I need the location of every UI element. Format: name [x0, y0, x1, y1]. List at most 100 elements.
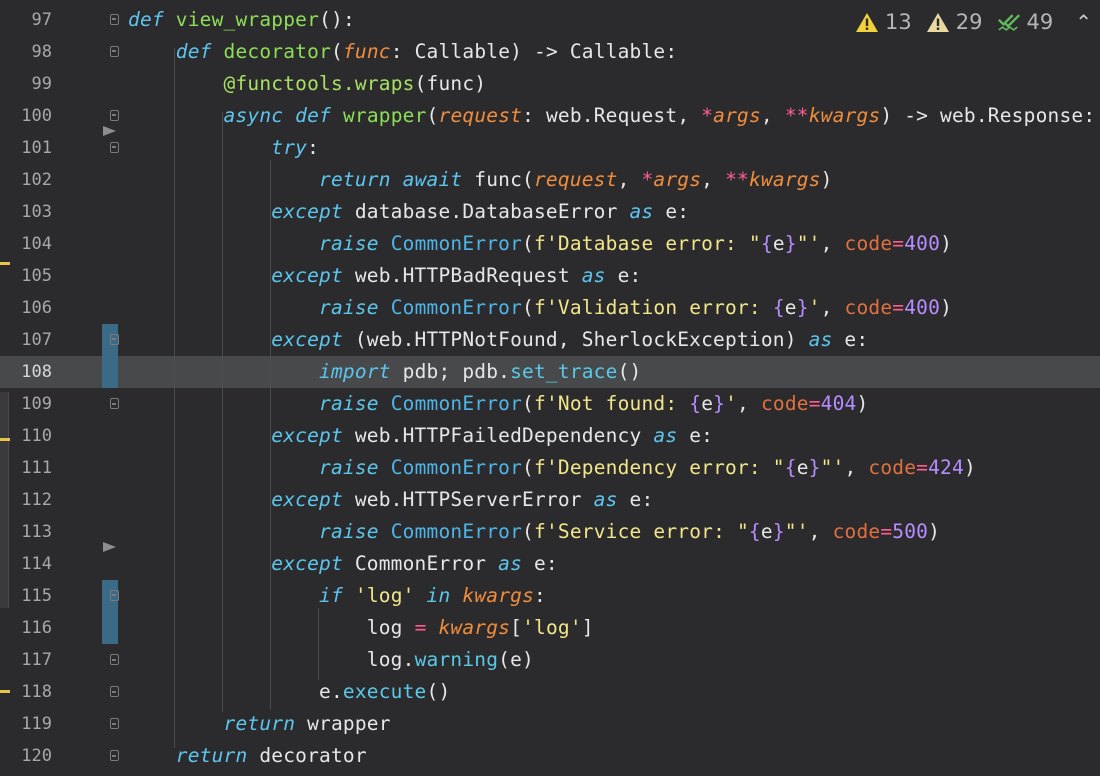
- code-text[interactable]: raise CommonError(f'Validation error: {e…: [128, 292, 952, 324]
- code-text[interactable]: except database.DatabaseError as e:: [128, 196, 689, 228]
- line-number[interactable]: 120: [0, 740, 52, 772]
- fold-toggle-icon[interactable]: [110, 398, 119, 409]
- fold-toggle-icon[interactable]: [110, 142, 119, 153]
- line-number[interactable]: 105: [0, 260, 52, 292]
- code-token: view_wrapper: [175, 8, 320, 31]
- warnings-counter[interactable]: 13: [855, 10, 912, 34]
- line-number[interactable]: 111: [0, 452, 52, 484]
- code-text[interactable]: if 'log' in kwargs:: [128, 580, 546, 612]
- line-number[interactable]: 104: [0, 228, 52, 260]
- code-text[interactable]: raise CommonError(f'Not found: {e}', cod…: [128, 388, 868, 420]
- fold-toggle-icon[interactable]: [110, 590, 119, 601]
- code-line[interactable]: 109 raise CommonError(f'Not found: {e}',…: [0, 388, 1100, 420]
- code-token: except: [271, 200, 343, 223]
- code-text[interactable]: log = kwargs['log']: [128, 612, 594, 644]
- code-line[interactable]: 104 raise CommonError(f'Database error: …: [0, 228, 1100, 260]
- line-number[interactable]: 109: [0, 388, 52, 420]
- code-line[interactable]: 116 log = kwargs['log']: [0, 612, 1100, 644]
- line-number[interactable]: 99: [0, 68, 52, 100]
- code-token: (: [426, 104, 439, 127]
- code-text[interactable]: except CommonError as e:: [128, 548, 558, 580]
- code-text[interactable]: return wrapper: [128, 708, 391, 740]
- fold-toggle-icon[interactable]: [110, 110, 119, 121]
- code-line[interactable]: 115 if 'log' in kwargs:: [0, 580, 1100, 612]
- code-line[interactable]: 108 import pdb; pdb.set_trace(): [0, 356, 1100, 388]
- fold-toggle-icon[interactable]: [110, 46, 119, 57]
- code-line[interactable]: 102 return await func(request, *args, **…: [0, 164, 1100, 196]
- code-text[interactable]: log.warning(e): [128, 644, 534, 676]
- code-line[interactable]: 113 raise CommonError(f'Service error: "…: [0, 516, 1100, 548]
- code-text[interactable]: try:: [128, 132, 319, 164]
- code-line[interactable]: 114 except CommonError as e:: [0, 548, 1100, 580]
- code-text[interactable]: except web.HTTPFailedDependency as e:: [128, 420, 713, 452]
- fold-toggle-icon[interactable]: [110, 654, 119, 665]
- code-line[interactable]: 105 except web.HTTPBadRequest as e:: [0, 260, 1100, 292]
- code-text[interactable]: except web.HTTPServerError as e:: [128, 484, 653, 516]
- line-number[interactable]: 97: [0, 4, 52, 36]
- run-gutter-arrow-icon[interactable]: [103, 542, 116, 552]
- code-line[interactable]: 120 return decorator: [0, 740, 1100, 772]
- code-text[interactable]: raise CommonError(f'Service error: "{e}"…: [128, 516, 940, 548]
- code-token: raise: [319, 520, 379, 543]
- inspection-widget[interactable]: 13 29 49 ⌃: [847, 7, 1092, 37]
- line-number[interactable]: 106: [0, 292, 52, 324]
- code-line[interactable]: 119 return wrapper: [0, 708, 1100, 740]
- fold-toggle-icon[interactable]: [110, 750, 119, 761]
- line-number[interactable]: 113: [0, 516, 52, 548]
- line-number[interactable]: 103: [0, 196, 52, 228]
- code-text[interactable]: @functools.wraps(func): [128, 68, 486, 100]
- weak-warnings-counter[interactable]: 29: [926, 10, 983, 34]
- code-line[interactable]: 100 async def wrapper(request: web.Reque…: [0, 100, 1100, 132]
- line-number[interactable]: 119: [0, 708, 52, 740]
- code-line[interactable]: 101 try:: [0, 132, 1100, 164]
- code-text[interactable]: def decorator(func: Callable) -> Callabl…: [128, 36, 677, 68]
- code-text[interactable]: async def wrapper(request: web.Request, …: [128, 100, 1096, 132]
- line-number[interactable]: 107: [0, 324, 52, 356]
- code-line[interactable]: 111 raise CommonError(f'Dependency error…: [0, 452, 1100, 484]
- typos-counter[interactable]: 49: [997, 10, 1053, 34]
- fold-toggle-icon[interactable]: [110, 334, 119, 345]
- line-number[interactable]: 101: [0, 132, 52, 164]
- line-number[interactable]: 102: [0, 164, 52, 196]
- code-text[interactable]: import pdb; pdb.set_trace(): [128, 356, 641, 388]
- fold-toggle-icon[interactable]: [110, 686, 119, 697]
- code-text[interactable]: raise CommonError(f'Database error: "{e}…: [128, 228, 952, 260]
- code-line[interactable]: 98 def decorator(func: Callable) -> Call…: [0, 36, 1100, 68]
- line-number[interactable]: 115: [0, 580, 52, 612]
- code-text[interactable]: raise CommonError(f'Dependency error: "{…: [128, 452, 976, 484]
- code-line[interactable]: 112 except web.HTTPServerError as e:: [0, 484, 1100, 516]
- code-token: CommonError: [390, 456, 523, 479]
- line-number[interactable]: 117: [0, 644, 52, 676]
- fold-toggle-icon[interactable]: [110, 718, 119, 729]
- code-text[interactable]: except web.HTTPBadRequest as e:: [128, 260, 641, 292]
- line-number[interactable]: 98: [0, 36, 52, 68]
- code-line[interactable]: 99 @functools.wraps(func): [0, 68, 1100, 100]
- run-gutter-arrow-icon[interactable]: [103, 126, 116, 136]
- code-editor[interactable]: 97 def view_wrapper(): 98 def decorator(fu…: [0, 0, 1100, 776]
- code-text[interactable]: except (web.HTTPNotFound, SherlockExcept…: [128, 324, 868, 356]
- code-line[interactable]: 117 log.warning(e): [0, 644, 1100, 676]
- chevron-up-icon[interactable]: ⌃: [1075, 10, 1092, 34]
- line-number[interactable]: 110: [0, 420, 52, 452]
- code-line[interactable]: 118 e.execute(): [0, 676, 1100, 708]
- code-token: code: [760, 392, 809, 415]
- code-text[interactable]: return await func(request, *args, **kwar…: [128, 164, 833, 196]
- code-token: ]: [581, 616, 594, 639]
- fold-toggle-icon[interactable]: [110, 14, 119, 25]
- line-number[interactable]: 100: [0, 100, 52, 132]
- code-text[interactable]: e.execute(): [128, 676, 450, 708]
- code-text[interactable]: def view_wrapper():: [128, 4, 355, 36]
- line-number[interactable]: 114: [0, 548, 52, 580]
- code-line[interactable]: 103 except database.DatabaseError as e:: [0, 196, 1100, 228]
- line-number[interactable]: 116: [0, 612, 52, 644]
- code-line[interactable]: 107 except (web.HTTPNotFound, SherlockEx…: [0, 324, 1100, 356]
- code-line[interactable]: 110 except web.HTTPFailedDependency as e…: [0, 420, 1100, 452]
- code-text[interactable]: return decorator: [128, 740, 367, 772]
- code-line[interactable]: 106 raise CommonError(f'Validation error…: [0, 292, 1100, 324]
- line-number[interactable]: 118: [0, 676, 52, 708]
- line-number[interactable]: 112: [0, 484, 52, 516]
- line-number[interactable]: 108: [0, 356, 52, 388]
